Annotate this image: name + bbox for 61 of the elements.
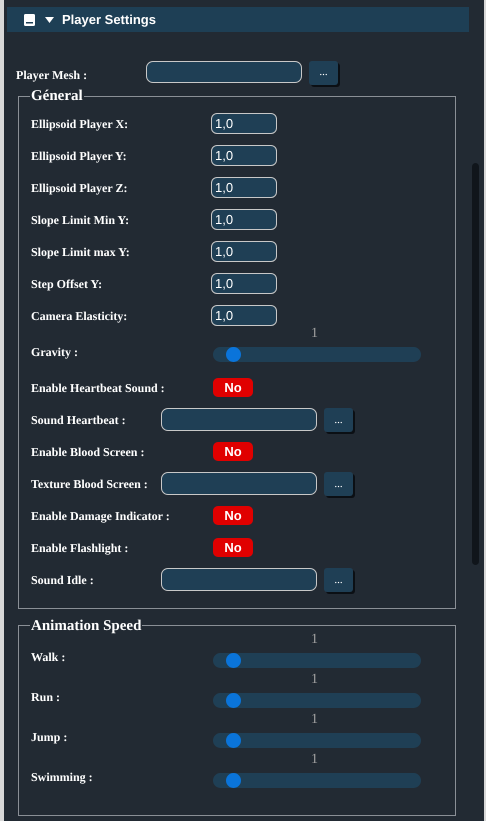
file-field[interactable]: [161, 568, 317, 591]
slider-value: 1: [311, 327, 318, 341]
slider-value: 1: [311, 712, 318, 726]
field-label: Texture Blood Screen :: [31, 476, 148, 490]
field-label: Sound Idle :: [31, 572, 94, 586]
slider-track[interactable]: [213, 732, 421, 748]
group-title: Animation Speed: [30, 616, 142, 636]
file-field[interactable]: [161, 408, 317, 431]
slider-value: 1: [311, 672, 318, 686]
toggle-button[interactable]: No: [213, 538, 253, 557]
field-label: Slope Limit Min Y:: [31, 212, 130, 226]
field-label: Ellipsoid Player Z:: [31, 180, 128, 194]
field-label: Jump :: [31, 730, 68, 744]
number-field[interactable]: 1,0: [211, 209, 277, 230]
field-label: Run :: [31, 690, 60, 704]
book-icon: [24, 14, 35, 26]
number-field[interactable]: 1,0: [211, 241, 277, 262]
caret-icon[interactable]: [45, 16, 54, 22]
field-label: Camera Elasticity:: [31, 308, 128, 322]
field-label: Ellipsoid Player Y:: [31, 148, 127, 162]
number-field[interactable]: 1,0: [211, 177, 277, 198]
slider-thumb[interactable]: [226, 347, 241, 362]
field-label: Step Offset Y:: [31, 276, 102, 290]
toggle-button[interactable]: No: [213, 506, 253, 525]
field-label: Enable Damage Indicator :: [31, 508, 170, 522]
browse-button[interactable]: ...: [324, 568, 353, 592]
toggle-button[interactable]: No: [213, 378, 253, 397]
field-label: Player Mesh :: [16, 67, 88, 84]
field-label: Swimming :: [31, 770, 93, 784]
field-label: Gravity :: [31, 344, 78, 358]
panel-header[interactable]: Player Settings: [7, 7, 469, 32]
field-label: Slope Limit max Y:: [31, 244, 130, 258]
field-label: Walk :: [31, 650, 66, 664]
slider-track[interactable]: [213, 692, 421, 708]
slider-track[interactable]: [213, 347, 421, 362]
number-field[interactable]: 1,0: [211, 113, 277, 134]
slider-thumb[interactable]: [226, 692, 241, 708]
file-field[interactable]: [161, 472, 317, 495]
slider-track[interactable]: [213, 652, 421, 668]
number-field[interactable]: 1,0: [211, 145, 277, 166]
field-label: Sound Heartbeat :: [31, 412, 126, 426]
field-label: Enable Heartbeat Sound :: [31, 380, 165, 394]
slider-thumb[interactable]: [226, 652, 241, 668]
slider-value: 1: [311, 752, 318, 766]
slider-track[interactable]: [213, 772, 421, 788]
number-field[interactable]: 1,0: [211, 305, 277, 326]
field-label: Enable Flashlight :: [31, 540, 128, 554]
slider-thumb[interactable]: [226, 772, 241, 788]
toggle-button[interactable]: No: [213, 442, 253, 461]
file-field[interactable]: [146, 61, 302, 83]
field-label: Enable Blood Screen :: [31, 444, 144, 458]
panel-title: Player Settings: [62, 10, 156, 29]
browse-button[interactable]: ...: [324, 408, 353, 432]
field-label: Ellipsoid Player X:: [31, 116, 128, 130]
browse-button[interactable]: ...: [324, 472, 353, 496]
slider-value: 1: [311, 632, 318, 646]
number-field[interactable]: 1,0: [211, 273, 277, 294]
slider-thumb[interactable]: [226, 732, 241, 748]
group-title: Géneral: [30, 87, 84, 106]
browse-button[interactable]: ...: [309, 60, 338, 85]
scrollbar-thumb[interactable]: [472, 163, 479, 565]
